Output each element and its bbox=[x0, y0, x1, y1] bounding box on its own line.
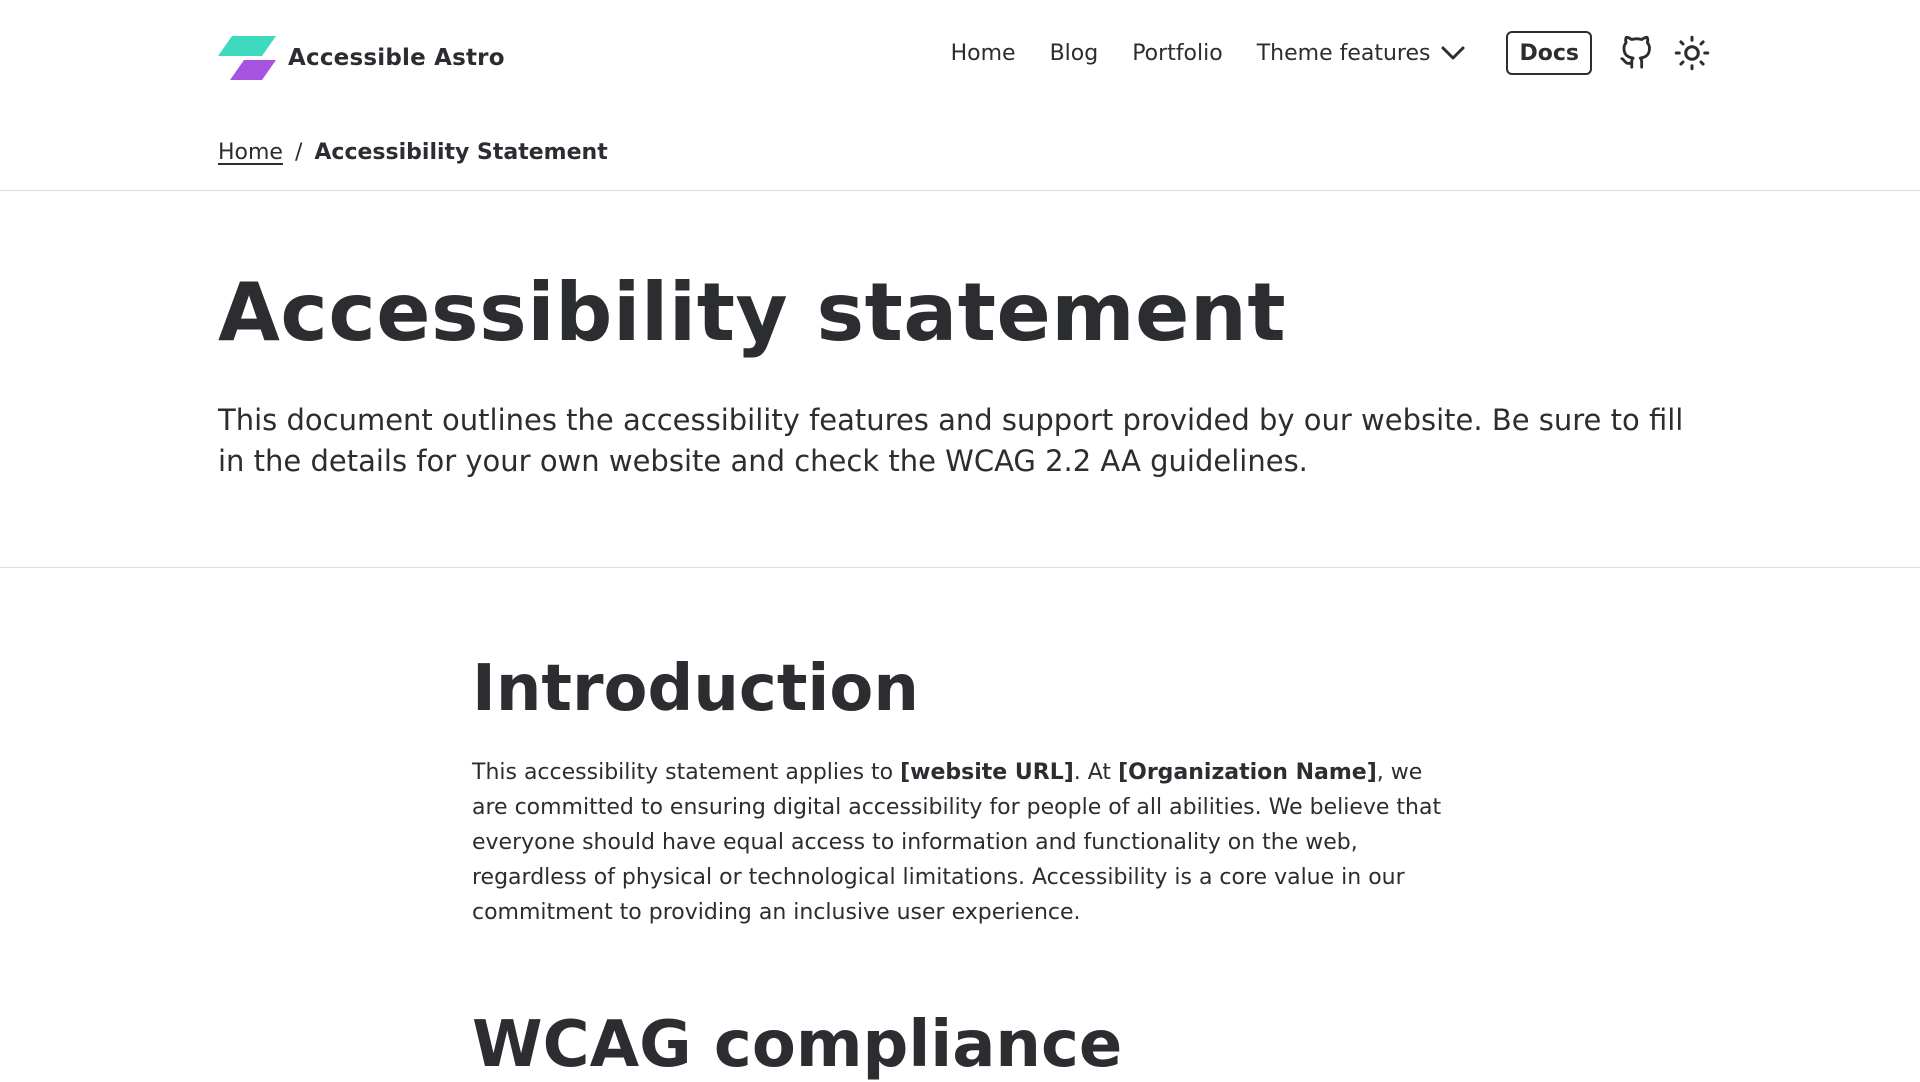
theme-features-label: Theme features bbox=[1256, 40, 1431, 66]
hero-divider bbox=[0, 567, 1920, 568]
breadcrumb-home-link[interactable]: Home bbox=[218, 140, 283, 165]
github-link[interactable] bbox=[1618, 35, 1654, 71]
page-title: Accessibility statement bbox=[218, 266, 1287, 359]
header-divider bbox=[0, 190, 1920, 191]
docs-button[interactable]: Docs bbox=[1506, 31, 1592, 75]
breadcrumb-current: Accessibility Statement bbox=[314, 140, 608, 165]
website-url-placeholder: [website URL] bbox=[900, 760, 1074, 785]
introduction-paragraph: This accessibility statement applies to … bbox=[472, 755, 1462, 930]
theme-toggle-button[interactable] bbox=[1674, 35, 1710, 71]
introduction-heading: Introduction bbox=[472, 652, 919, 726]
brand-name: Accessible Astro bbox=[288, 45, 505, 71]
page-lede: This document outlines the accessibility… bbox=[218, 403, 1684, 478]
wcag-compliance-heading: WCAG compliance bbox=[472, 1008, 1123, 1082]
nav-blog-link[interactable]: Blog bbox=[1050, 41, 1099, 66]
site-header: Accessible Astro Home Blog Portfolio The… bbox=[0, 0, 1920, 110]
intro-text-2: . At bbox=[1073, 760, 1119, 785]
sun-icon bbox=[1674, 35, 1710, 71]
nav-home-link[interactable]: Home bbox=[951, 41, 1016, 66]
nav-portfolio-link[interactable]: Portfolio bbox=[1132, 41, 1223, 66]
brand-home-link[interactable]: Accessible Astro bbox=[218, 36, 505, 80]
organization-name-placeholder: [Organization Name] bbox=[1118, 760, 1377, 785]
breadcrumb: Home / Accessibility Statement bbox=[218, 140, 608, 165]
github-icon bbox=[1620, 35, 1651, 69]
logo-mark-icon bbox=[218, 36, 276, 80]
main-nav: Home Blog Portfolio Theme features Docs bbox=[951, 30, 1710, 76]
chevron-down-icon bbox=[1441, 46, 1465, 60]
breadcrumb-separator: / bbox=[294, 140, 303, 165]
intro-text-1: This accessibility statement applies to bbox=[472, 760, 901, 785]
theme-features-dropdown[interactable]: Theme features bbox=[1257, 41, 1467, 66]
